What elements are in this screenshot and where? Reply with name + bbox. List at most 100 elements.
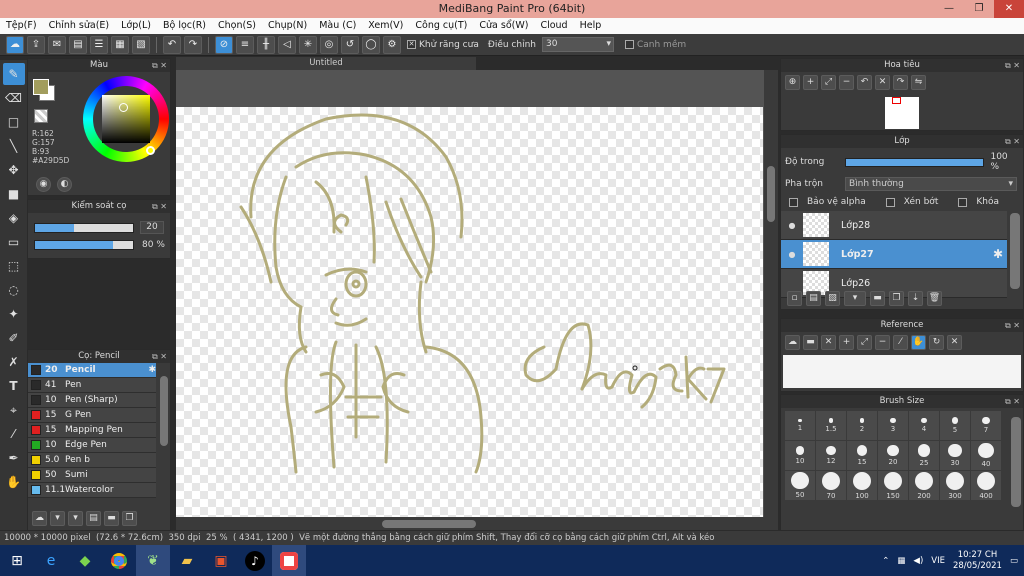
panel-popout-icon[interactable]: ⧉ ✕ (1005, 395, 1020, 408)
document-tab[interactable]: Untitled (176, 57, 476, 70)
brush-size-cell[interactable]: 1.5 (816, 411, 846, 440)
brush-size-slider[interactable] (34, 222, 134, 233)
canvas-area[interactable] (176, 70, 778, 530)
eyedropper-tool-icon[interactable]: ⁄ (3, 423, 25, 445)
gear-icon[interactable]: ✱ (148, 365, 156, 375)
chrome-icon[interactable] (102, 545, 136, 576)
brush-size-cell[interactable]: 3 (878, 411, 908, 440)
layer-row[interactable]: ● Lớp28 (781, 211, 1007, 240)
hue-handle[interactable] (146, 146, 155, 155)
layer-row[interactable]: ● Lớp27 ✱ (781, 240, 1007, 269)
brush-item[interactable]: 11.1 Watercolor (28, 483, 156, 498)
lock-checkbox[interactable] (958, 197, 968, 207)
brush-item[interactable]: 20 Pencil ✱ (28, 363, 156, 378)
zoom-in-icon[interactable]: + (839, 335, 854, 350)
input-language[interactable]: VIE (931, 556, 945, 566)
panel-popout-icon[interactable]: ⧉ ✕ (1005, 59, 1020, 72)
hand-tool-icon[interactable]: ✋ (3, 471, 25, 493)
color-history-icon[interactable]: ◐ (57, 177, 72, 192)
menu-snap[interactable]: Chụp(N) (262, 18, 313, 34)
brush-size-cell[interactable]: 2 (847, 411, 877, 440)
clipping-checkbox[interactable] (885, 197, 895, 207)
merge-layer-icon[interactable]: ⇣ (908, 291, 923, 306)
menu-layer[interactable]: Lớp(L) (115, 18, 157, 34)
zoom-out-icon[interactable]: − (875, 335, 890, 350)
brush-page-icon[interactable]: ▤ (86, 511, 101, 526)
brush-size-cell[interactable]: 200 (909, 471, 939, 500)
page-grid-icon[interactable]: ▦ (111, 35, 129, 54)
menu-help[interactable]: Help (574, 18, 608, 34)
minimize-button[interactable]: — (934, 0, 964, 18)
cloud-reference-icon[interactable]: ☁ (785, 335, 800, 350)
brush-size-cell[interactable]: 300 (940, 471, 970, 500)
adjust-select[interactable]: 30 ▾ (541, 37, 614, 52)
lasso-tool-icon[interactable]: ◌ (3, 279, 25, 301)
open-reference-icon[interactable]: ▬ (803, 335, 818, 350)
navigator-viewport-box[interactable] (892, 97, 901, 104)
menu-window[interactable]: Cửa sổ(W) (473, 18, 534, 34)
fit-window-icon[interactable]: ⤢ (857, 335, 872, 350)
zoom-fit-icon[interactable]: ⊕ (785, 75, 800, 90)
powerpoint-icon[interactable]: ▣ (204, 545, 238, 576)
brush-size-cell[interactable]: 400 (971, 471, 1001, 500)
page-list-icon[interactable]: ☰ (90, 35, 108, 54)
move-tool-icon[interactable]: ✥ (3, 159, 25, 181)
brush-size-scrollbar[interactable] (1011, 417, 1021, 507)
brush-size-cell[interactable]: 70 (816, 471, 846, 500)
brush-opacity-slider[interactable] (34, 240, 134, 250)
brush-item[interactable]: 15 G Pen (28, 408, 156, 423)
reset-view-icon[interactable]: ✕ (947, 335, 962, 350)
color-picker-handle[interactable] (119, 103, 128, 112)
network-icon[interactable]: ▦ (897, 556, 905, 566)
visibility-icon[interactable]: ● (781, 250, 803, 259)
snap-settings-icon[interactable]: ⚙ (383, 35, 401, 54)
antialias-checkbox[interactable]: ✕ (407, 39, 416, 49)
brush-size-cell[interactable]: 12 (816, 441, 846, 470)
transparent-color-swatch[interactable] (34, 109, 48, 123)
brush-size-cell[interactable]: 20 (878, 441, 908, 470)
rotate-icon[interactable]: ↻ (929, 335, 944, 350)
navigator-preview[interactable] (885, 97, 919, 129)
select-tool-icon[interactable]: ⬚ (3, 255, 25, 277)
blend-mode-select[interactable]: Bình thường ▾ (845, 177, 1017, 191)
add-brush-icon[interactable]: ▾ (50, 511, 65, 526)
zoom-in-icon[interactable]: + (803, 75, 818, 90)
brush-list-scrollbar[interactable] (160, 376, 168, 446)
share-icon[interactable]: ⇪ (27, 35, 45, 54)
text-tool-icon[interactable]: T (3, 375, 25, 397)
snap-parallel-icon[interactable]: ≡ (236, 35, 254, 54)
page-icon[interactable]: ▤ (69, 35, 87, 54)
brush-size-cell[interactable]: 25 (909, 441, 939, 470)
brush-menu-icon[interactable]: ▾ (68, 511, 83, 526)
maximize-button[interactable]: ❐ (964, 0, 994, 18)
panel-popout-icon[interactable]: ⧉ ✕ (152, 350, 167, 363)
smooth-checkbox[interactable] (624, 39, 634, 49)
layer-opacity-slider[interactable] (844, 157, 985, 167)
eyedropper-icon[interactable]: ⁄ (893, 335, 908, 350)
snap-off-icon[interactable]: ⊘ (215, 35, 233, 54)
undo-icon[interactable]: ↶ (163, 35, 181, 54)
vertical-scroll-thumb[interactable] (767, 166, 775, 222)
reference-view[interactable] (783, 355, 1021, 388)
protect-alpha-checkbox[interactable] (789, 197, 798, 207)
medibang-taskbar-icon[interactable] (272, 545, 306, 576)
brush-size-cell[interactable]: 40 (971, 441, 1001, 470)
new-1bit-layer-icon[interactable]: ▧ (825, 291, 840, 306)
snap-cross-icon[interactable]: ╫ (257, 35, 275, 54)
close-reference-icon[interactable]: ✕ (821, 335, 836, 350)
snap-vanish-icon[interactable]: ◁ (278, 35, 296, 54)
cloud-icon[interactable]: ☁ (6, 35, 24, 54)
brush-size-cell[interactable]: 7 (971, 411, 1001, 440)
hand-icon[interactable]: ✋ (911, 335, 926, 350)
brush-size-cell[interactable]: 50 (785, 471, 815, 500)
brush-item[interactable]: 5.0 Pen b (28, 453, 156, 468)
copy-icon[interactable]: ❐ (122, 511, 137, 526)
file-explorer-icon[interactable]: ▰ (170, 545, 204, 576)
menu-filter[interactable]: Bộ lọc(R) (157, 18, 212, 34)
brush-size-cell[interactable]: 5 (940, 411, 970, 440)
brush-size-cell[interactable]: 4 (909, 411, 939, 440)
volume-icon[interactable]: ◀) (913, 556, 923, 566)
magic-wand-tool-icon[interactable]: ✦ (3, 303, 25, 325)
duplicate-layer-icon[interactable]: ❐ (889, 291, 904, 306)
horizontal-scroll-thumb[interactable] (382, 520, 476, 528)
